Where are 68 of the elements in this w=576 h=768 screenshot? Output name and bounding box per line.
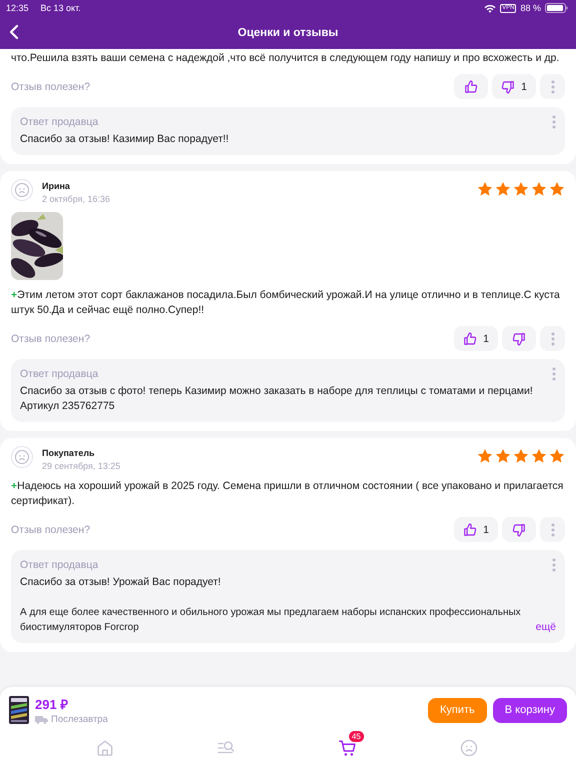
star-icon	[477, 448, 493, 464]
author-name: Ирина	[42, 181, 71, 191]
star-icon	[495, 181, 511, 197]
thumbs-up-icon	[463, 522, 478, 536]
more-icon	[550, 332, 554, 346]
home-icon	[96, 739, 114, 757]
cart-icon	[338, 739, 357, 757]
avatar-icon	[11, 179, 33, 201]
more-icon[interactable]	[552, 558, 556, 572]
delivery-date: Послезавтра	[51, 714, 108, 725]
reply-text: Спасибо за отзыв! Казимир Вас порадует!!	[20, 132, 230, 147]
thumbs-down-icon	[512, 522, 526, 536]
more-icon	[550, 522, 554, 536]
add-to-cart-button[interactable]: В корзину	[492, 698, 567, 722]
review-text: +Надеюсь на хороший урожай в 2025 году. Семена пришли в отличном состоянии ( все упаковано и прилагается сертификат).	[11, 479, 564, 509]
reply-title: Ответ продавца	[20, 116, 98, 128]
star-icon	[531, 448, 547, 464]
review-date: 29 сентября, 13:25	[42, 461, 120, 471]
status-date: Вс 13 окт.	[40, 3, 81, 13]
dislike-button[interactable]	[502, 517, 536, 542]
more-options-button[interactable]	[540, 517, 565, 542]
price: 291 ₽	[35, 696, 70, 713]
more-icon[interactable]	[552, 115, 556, 129]
helpful-question: Отзыв полезен?	[11, 524, 90, 536]
author-name: Покупатель	[42, 448, 96, 458]
avatar-icon	[11, 446, 33, 468]
review-text: +Этим летом этот сорт баклажанов посадила.Был бомбический урожай.И на улице отлично и в теплице.С куста штук 50.Да и сейчас ещё полно.Супер!!	[11, 288, 561, 318]
star-icon	[531, 181, 547, 197]
thumbs-down-icon	[501, 80, 516, 94]
thumbs-up-icon	[463, 332, 478, 346]
profile-icon	[460, 739, 478, 757]
wifi-icon	[484, 4, 496, 12]
cart-count-badge: 45	[348, 731, 364, 742]
star-icon	[549, 181, 565, 197]
helpful-question: Отзыв полезен?	[11, 80, 90, 92]
more-options-button[interactable]	[540, 74, 565, 99]
star-icon	[477, 181, 493, 197]
helpful-question: Отзыв полезен?	[11, 332, 90, 344]
like-button[interactable]: 1	[454, 326, 498, 351]
status-time: 12:35	[6, 3, 29, 13]
reply-title: Ответ продавца	[20, 368, 98, 380]
more-icon	[550, 80, 554, 94]
dislike-button[interactable]	[502, 326, 536, 351]
review-date: 2 октября, 16:36	[42, 194, 110, 204]
star-icon	[495, 448, 511, 464]
dislike-button[interactable]: 1	[492, 74, 536, 99]
star-icon	[549, 448, 565, 464]
more-link[interactable]: ещё	[536, 620, 556, 635]
thumbs-down-icon	[512, 332, 526, 346]
review-text: что.Решила взять ваши семена с надеждой ,что всё получится в следующем году напишу и про всхожесть и др.	[11, 51, 560, 66]
reply-text: А для еще более качественного и обильного урожая мы предлагаем наборы испанских профессиональных биостимуляторов Forcrop	[20, 606, 522, 635]
buy-button[interactable]: Купить	[428, 698, 487, 722]
reply-text: Спасибо за отзыв с фото! теперь Казимир можно заказать в наборе для теплицы с томатами и перцами! Артикул 235762775	[20, 384, 534, 414]
star-icon	[513, 448, 529, 464]
battery-icon	[545, 3, 568, 13]
like-button[interactable]: 1	[454, 517, 498, 542]
back-icon[interactable]	[9, 24, 19, 40]
more-icon[interactable]	[552, 367, 556, 381]
truck-icon	[35, 715, 48, 724]
star-icon	[513, 181, 529, 197]
cart-tab[interactable]: 45	[338, 731, 369, 757]
battery-percent: 88 %	[520, 3, 541, 13]
thumbs-up-icon	[464, 80, 478, 94]
reply-text: Спасибо за отзыв! Урожай Вас порадует!	[20, 575, 222, 590]
page-title: Оценки и отзывы	[238, 26, 338, 38]
reply-title: Ответ продавца	[20, 559, 98, 571]
like-button[interactable]	[454, 74, 488, 99]
more-options-button[interactable]	[540, 326, 565, 351]
